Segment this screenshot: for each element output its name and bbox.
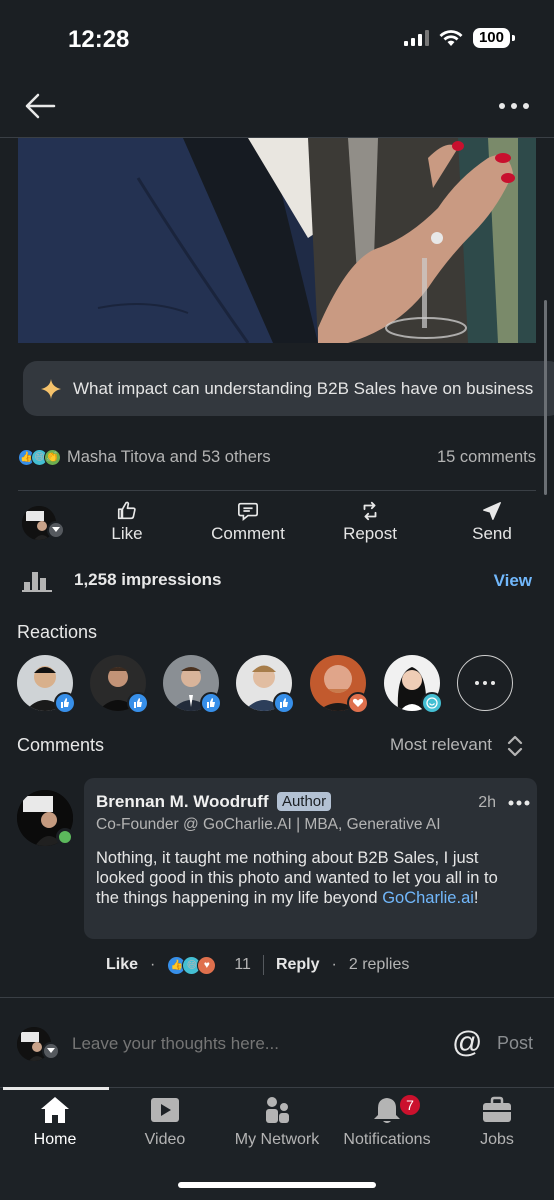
compose-divider: [0, 997, 554, 998]
impressions-row: 1,258 impressions: [22, 568, 221, 592]
comment-link[interactable]: GoCharlie.ai: [382, 889, 474, 907]
comment-body: Nothing, it taught me nothing about B2B …: [96, 848, 525, 908]
tab-jobs-label: Jobs: [480, 1131, 514, 1148]
network-icon: [266, 1097, 289, 1123]
dot-separator: ·: [150, 956, 156, 973]
repost-icon: [363, 501, 377, 521]
comment-card: Brennan M. Woodruff Author Co-Founder @ …: [84, 778, 537, 939]
reactions-summary-text: Masha Titova and 53 others: [67, 448, 271, 466]
tab-home-label: Home: [33, 1131, 77, 1148]
comment-actions: Like · 👍 😄 ♥ 11 Reply · 2 replies: [106, 955, 409, 975]
status-time: 12:28: [68, 26, 130, 53]
home-indicator[interactable]: [178, 1182, 376, 1188]
actor-switch-caret-icon[interactable]: [47, 521, 65, 539]
tab-my-network[interactable]: My Network: [222, 1095, 332, 1149]
tab-video[interactable]: Video: [110, 1095, 220, 1149]
signal-icon: [403, 30, 429, 46]
comment-icon: [238, 502, 258, 521]
reactions-summary[interactable]: 👍 😄 👏 Masha Titova and 53 others: [18, 448, 271, 467]
tab-my-network-label: My Network: [234, 1131, 320, 1148]
send-label: Send: [472, 524, 512, 543]
author-badge: Author: [276, 792, 332, 811]
comments-heading: Comments: [17, 735, 105, 755]
ai-prompt-chip[interactable]: What impact can understanding B2B Sales …: [23, 361, 554, 416]
wifi-icon: [439, 30, 463, 46]
comment-reaction-icons[interactable]: 👍 😄 ♥: [167, 955, 217, 975]
like-label: Like: [111, 524, 143, 543]
active-tab-indicator: [3, 1087, 109, 1090]
like-reaction-badge-icon: [54, 692, 76, 714]
reaction-icons: 👍 😄 👏: [18, 449, 61, 466]
analytics-bar-icon: [22, 572, 52, 592]
tab-home[interactable]: Home: [0, 1095, 110, 1149]
compose-actor-caret-icon[interactable]: [42, 1042, 60, 1060]
thumbs-up-icon: [117, 501, 136, 520]
video-icon: [151, 1098, 179, 1122]
comment-reaction-count[interactable]: 11: [234, 956, 251, 974]
tab-jobs[interactable]: Jobs: [442, 1095, 552, 1149]
commenter-headline: Co-Founder @ GoCharlie.AI | MBA, Generat…: [96, 816, 441, 833]
mention-at-icon[interactable]: @: [452, 1026, 482, 1060]
ai-prompt-text: What impact can understanding B2B Sales …: [73, 378, 534, 398]
battery-indicator: 100: [472, 28, 516, 48]
notification-count-badge: 7: [398, 1093, 422, 1117]
comment-like-button[interactable]: Like: [106, 956, 138, 974]
sparkle-icon: [41, 378, 61, 399]
celebrate-reaction-icon: 👏: [44, 449, 61, 466]
tab-notifications[interactable]: Notifications: [332, 1095, 442, 1149]
comment-label: Comment: [211, 524, 285, 543]
more-reactions-button[interactable]: [457, 655, 513, 711]
separator: [262, 955, 264, 975]
comments-count[interactable]: 15 comments: [437, 448, 536, 467]
comment-time: 2h: [478, 794, 496, 811]
commenter-name[interactable]: Brennan M. Woodruff: [96, 792, 269, 811]
repost-button[interactable]: Repost: [336, 500, 404, 544]
briefcase-icon: [483, 1096, 511, 1122]
dot-separator: ·: [331, 956, 337, 973]
like-reaction-badge-icon: [273, 692, 295, 714]
reply-button[interactable]: Reply: [276, 956, 320, 974]
like-reaction-badge-icon: [127, 692, 149, 714]
online-status-indicator: [56, 828, 74, 846]
tab-notifications-label: Notifications: [343, 1131, 431, 1148]
home-icon: [41, 1097, 69, 1123]
like-reaction-badge-icon: [200, 692, 222, 714]
love-reaction-icon: ♥: [197, 955, 217, 975]
sort-chevrons-icon[interactable]: [507, 735, 523, 757]
tab-video-label: Video: [144, 1131, 186, 1148]
sort-comments-button[interactable]: Most relevant: [390, 735, 492, 755]
comment-meta: 2h: [478, 794, 530, 812]
send-button[interactable]: Send: [464, 500, 520, 544]
post-image[interactable]: [18, 138, 536, 343]
funny-reaction-badge-icon: [421, 692, 443, 714]
view-analytics-link[interactable]: View: [494, 571, 532, 591]
actions-divider: [18, 490, 536, 491]
impressions-count: 1,258 impressions: [74, 570, 222, 589]
comment-input[interactable]: [72, 1034, 372, 1054]
reactions-heading: Reactions: [17, 622, 98, 642]
love-reaction-badge-icon: [347, 692, 369, 714]
back-arrow-icon[interactable]: [24, 93, 56, 119]
comment-more-options-icon[interactable]: [508, 800, 530, 806]
replies-count[interactable]: 2 replies: [349, 956, 409, 974]
comment-button[interactable]: Comment: [202, 500, 294, 544]
more-options-icon[interactable]: [498, 101, 530, 111]
status-icons: 100: [403, 28, 516, 48]
like-button[interactable]: Like: [99, 500, 155, 544]
scrollbar[interactable]: [544, 300, 547, 495]
post-comment-button[interactable]: Post: [497, 1033, 533, 1054]
comment-text-end: !: [473, 889, 479, 907]
repost-label: Repost: [343, 524, 397, 543]
social-counts-row: 👍 😄 👏 Masha Titova and 53 others 15 comm…: [18, 448, 536, 467]
send-icon: [483, 502, 501, 520]
